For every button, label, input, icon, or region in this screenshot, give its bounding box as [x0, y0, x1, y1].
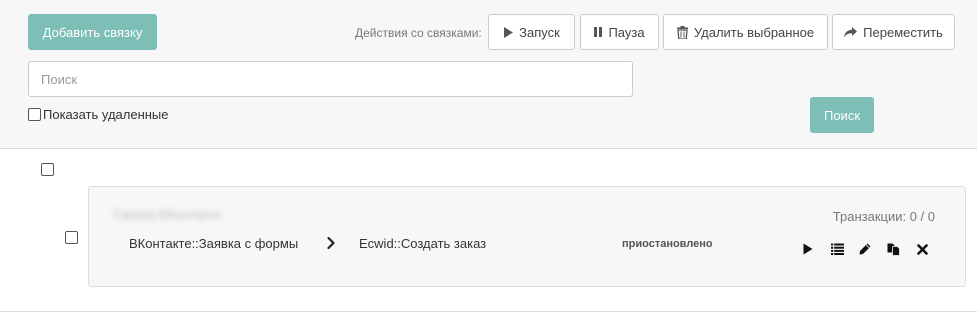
bundle-name: Связка ВКонтакте	[113, 207, 222, 222]
toolbar-panel: Добавить связку Действия со связками: За…	[0, 0, 977, 149]
search-input[interactable]	[28, 61, 633, 97]
bundle-target: Ecwid::Создать заказ	[359, 236, 487, 251]
share-arrow-icon	[844, 26, 858, 37]
move-button[interactable]: Переместить	[832, 14, 955, 50]
bundle-status: приостановлено	[622, 238, 713, 250]
show-deleted-label: Показать удаленные	[43, 107, 169, 122]
move-button-label: Переместить	[863, 24, 943, 40]
bundle-card: Связка ВКонтакте Транзакции: 0 / 0 ВКонт…	[88, 186, 966, 287]
show-deleted-checkbox[interactable]	[28, 108, 41, 121]
add-bundle-button[interactable]: Добавить связку	[28, 14, 157, 50]
delete-button-label: Удалить выбранное	[693, 24, 815, 40]
start-button[interactable]: Запуск	[488, 14, 575, 50]
pause-button[interactable]: Пауза	[580, 14, 659, 50]
bundle-log-button[interactable]	[829, 241, 845, 257]
close-icon	[916, 243, 928, 255]
bundle-checkbox[interactable]	[65, 231, 78, 244]
edit-bundle-button[interactable]	[857, 241, 873, 257]
select-all-checkbox[interactable]	[41, 163, 54, 176]
pause-icon	[594, 27, 603, 37]
play-icon	[803, 243, 813, 255]
copy-bundle-button[interactable]	[885, 241, 901, 257]
list-icon	[830, 243, 844, 255]
trash-icon	[676, 25, 688, 39]
show-deleted-toggle[interactable]: Показать удаленные	[28, 107, 169, 122]
search-button[interactable]: Поиск	[810, 97, 874, 133]
delete-bundle-button[interactable]	[914, 241, 930, 257]
bundle-source: ВКонтакте::Заявка с формы	[129, 236, 299, 251]
pause-button-label: Пауза	[608, 24, 645, 40]
delete-selected-button[interactable]: Удалить выбранное	[663, 14, 828, 50]
actions-label: Действия со связками:	[355, 26, 482, 40]
run-bundle-button[interactable]	[800, 241, 816, 257]
transactions-count: Транзакции: 0 / 0	[832, 209, 935, 224]
pencil-icon	[859, 243, 871, 255]
start-button-label: Запуск	[519, 24, 560, 40]
play-icon	[504, 26, 514, 38]
divider	[0, 311, 977, 312]
copy-icon	[887, 243, 900, 256]
chevron-right-icon	[327, 237, 335, 249]
